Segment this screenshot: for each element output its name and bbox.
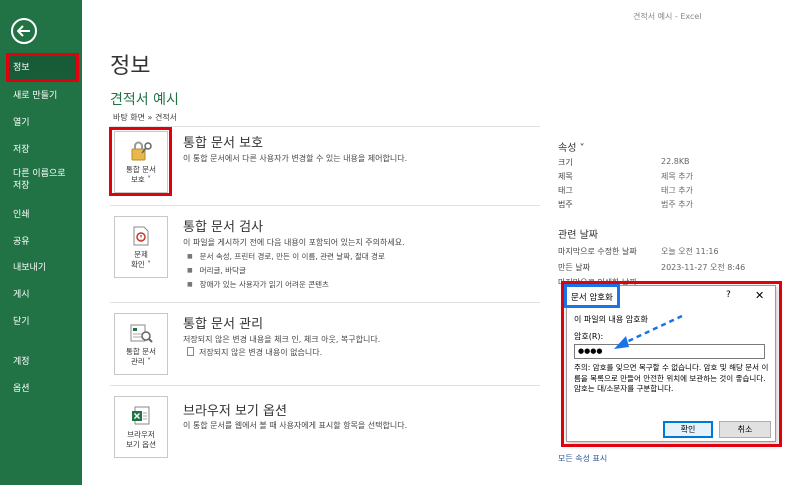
sidebar-item-print[interactable]: 인쇄 [0, 209, 82, 221]
check-issues-button[interactable]: 문제 확인 ˅ [114, 216, 168, 278]
sidebar-item-share[interactable]: 공유 [0, 236, 82, 248]
property-value: 2023-11-27 오전 8:46 [661, 263, 746, 272]
document-title: 견적서 예시 [110, 92, 179, 108]
property-key: 범주 [558, 200, 573, 209]
manage-workbook-button[interactable]: 통합 문서 관리 ˅ [114, 313, 168, 375]
section-title-browser: 브라우저 보기 옵션 [183, 404, 287, 419]
section-title-manage: 통합 문서 관리 [183, 317, 264, 332]
tag-input[interactable]: 태그 추가 [661, 185, 693, 196]
sidebar-item-options[interactable]: 옵션 [0, 383, 82, 395]
no-unsaved-changes-label: 저장되지 않은 변경 내용이 없습니다. [199, 348, 323, 357]
section-desc-protect: 이 통합 문서에서 다른 사용자가 변경할 수 있는 내용을 제어합니다. [183, 154, 408, 163]
property-key: 제목 [558, 172, 573, 181]
tile-label-line2: 관리 ˅ [131, 357, 151, 366]
section-desc-manage: 저장되지 않은 변경 내용을 체크 인, 체크 아웃, 복구합니다. [183, 335, 381, 344]
show-all-properties-link[interactable]: 모든 속성 표시 [558, 453, 607, 464]
property-key: 마지막으로 수정한 날짜 [558, 247, 637, 256]
divider [110, 126, 540, 127]
sidebar-item-publish[interactable]: 게시 [0, 289, 82, 301]
highlight-dialog-title-box [564, 284, 620, 308]
title-input[interactable]: 제목 추가 [661, 171, 693, 182]
section-title-protect: 통합 문서 보호 [183, 136, 264, 151]
tile-label-line1: 통합 문서 [126, 347, 156, 356]
tile-label-line1: 문제 [134, 250, 148, 259]
back-button[interactable] [11, 18, 37, 44]
sidebar-item-save-as[interactable]: 다른 이름으로 저장 [0, 168, 75, 192]
category-input[interactable]: 범주 추가 [661, 199, 693, 210]
property-key: 크기 [558, 158, 573, 167]
divider [110, 302, 540, 303]
list-item: 머리글, 바닥글 [187, 265, 246, 276]
divider [110, 205, 540, 206]
browser-excel-icon [132, 406, 150, 425]
manage-workbook-icon [130, 324, 153, 343]
sidebar-item-open[interactable]: 열기 [0, 117, 82, 129]
tile-label-line1: 브라우저 [127, 430, 155, 439]
properties-dropdown[interactable]: 속성 ˅ [558, 139, 585, 154]
browser-view-options-button[interactable]: 브라우저 보기 옵션 [114, 396, 168, 458]
tile-label-line2: 확인 ˅ [131, 260, 151, 269]
sidebar-item-new[interactable]: 새로 만들기 [0, 90, 82, 102]
window-title: 견적서 예시 - Excel [633, 12, 702, 21]
section-desc-inspect: 이 파일을 게시하기 전에 다음 내용이 포함되어 있는지 주의하세요. [183, 238, 405, 247]
sidebar-item-account[interactable]: 계정 [0, 356, 82, 368]
breadcrumb: 바탕 화면 » 견적서 [113, 113, 178, 122]
property-key: 태그 [558, 186, 573, 195]
list-item: 장애가 있는 사용자가 읽기 어려운 콘텐츠 [187, 279, 329, 290]
document-icon [187, 347, 194, 356]
section-desc-browser: 이 통합 문서를 웹에서 볼 때 사용자에게 표시할 항목을 선택합니다. [183, 421, 408, 430]
property-key: 만든 날짜 [558, 263, 590, 272]
sidebar-item-close[interactable]: 닫기 [0, 316, 82, 328]
property-value: 오늘 오전 11:16 [661, 247, 719, 256]
list-item: 문서 속성, 프린터 경로, 만든 이 이름, 관련 날짜, 절대 경로 [187, 251, 385, 262]
highlight-protect-box [109, 127, 172, 196]
property-value: 22.8KB [661, 157, 690, 166]
related-dates-heading: 관련 날짜 [558, 230, 598, 241]
inspect-document-icon [133, 226, 149, 246]
highlight-info-box [6, 53, 79, 82]
no-unsaved-changes-text: 저장되지 않은 변경 내용이 없습니다. [187, 347, 322, 358]
divider [110, 385, 540, 386]
dashed-arrow-icon [614, 314, 683, 349]
sidebar-item-save[interactable]: 저장 [0, 144, 82, 156]
page-title: 정보 [110, 54, 151, 79]
arrow-left-icon [17, 25, 30, 37]
sidebar-item-export[interactable]: 내보내기 [0, 262, 82, 274]
tile-label-line2: 보기 옵션 [126, 440, 156, 449]
section-title-inspect: 통합 문서 검사 [183, 220, 264, 235]
